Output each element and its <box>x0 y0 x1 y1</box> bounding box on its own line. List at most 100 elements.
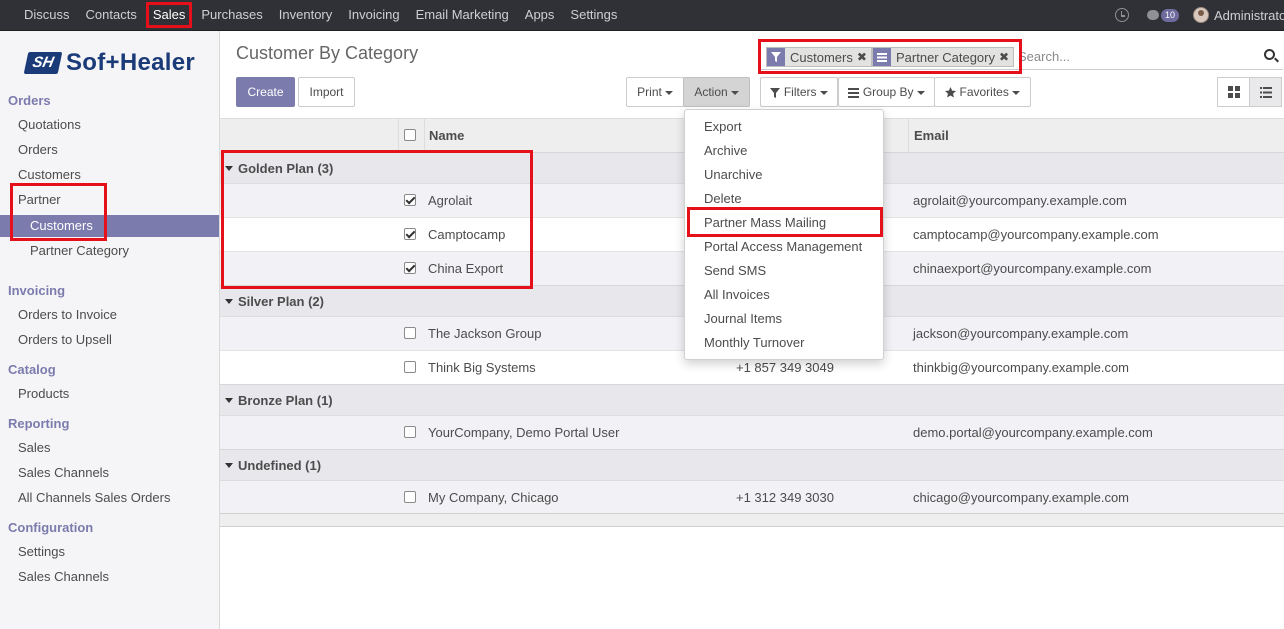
menu-purchases[interactable]: Purchases <box>193 0 270 30</box>
caret-down-icon <box>916 90 925 95</box>
menu-settings[interactable]: Settings <box>562 0 625 30</box>
group-label: Golden Plan (3) <box>238 161 334 176</box>
menu-item-partner-mass-mailing[interactable]: Partner Mass Mailing <box>704 215 826 230</box>
menu-apps[interactable]: Apps <box>517 0 563 30</box>
filter-icon <box>770 87 781 98</box>
sidebar-item-config-sales-channels[interactable]: Sales Channels <box>18 569 109 584</box>
action-dropdown-menu: Export Archive Unarchive Delete Partner … <box>684 109 884 360</box>
filter-icon <box>767 48 785 66</box>
cell-name: Think Big Systems <box>428 360 536 375</box>
sidebar-item-partner-customers[interactable]: Customers <box>30 218 93 233</box>
group-expand-icon <box>225 463 233 468</box>
list-bars-icon <box>848 87 860 98</box>
cell-email: chinaexport@yourcompany.example.com <box>913 261 1152 276</box>
sidebar-item-quotations[interactable]: Quotations <box>18 117 81 132</box>
column-header-email[interactable]: Email <box>914 128 949 143</box>
menu-item-archive[interactable]: Archive <box>704 143 747 158</box>
row-checkbox[interactable] <box>404 426 416 438</box>
star-icon <box>945 87 957 98</box>
menu-item-portal-access-management[interactable]: Portal Access Management <box>704 239 862 254</box>
sidebar-item-sales[interactable]: Sales <box>18 440 51 455</box>
search-bar: Customers ✖ Partner Category ✖ <box>760 42 1283 70</box>
print-label: Print <box>637 85 662 99</box>
softhealer-logo[interactable]: SH Sof+Healer <box>23 49 196 77</box>
facet-customers-close-icon[interactable]: ✖ <box>857 50 871 64</box>
cell-email: thinkbig@yourcompany.example.com <box>913 360 1129 375</box>
row-checkbox[interactable] <box>404 327 416 339</box>
sidebar-item-all-channels-sales-orders[interactable]: All Channels Sales Orders <box>18 490 170 505</box>
activity-clock-icon[interactable] <box>1114 8 1129 22</box>
search-input[interactable] <box>1018 46 1248 66</box>
messages-icon[interactable] <box>1146 10 1159 20</box>
sidebar-item-orders-to-invoice[interactable]: Orders to Invoice <box>18 307 117 322</box>
column-header-name[interactable]: Name <box>429 128 464 143</box>
row-checkbox[interactable] <box>404 228 416 240</box>
group-row-bronze-plan[interactable]: Bronze Plan (1) <box>220 384 1284 416</box>
import-button[interactable]: Import <box>298 77 355 107</box>
kanban-view-button[interactable] <box>1217 77 1250 107</box>
caret-down-icon <box>1011 90 1020 95</box>
row-checkbox[interactable] <box>404 361 416 373</box>
row-checkbox[interactable] <box>404 194 416 206</box>
table-row[interactable]: YourCompany, Demo Portal User demo.porta… <box>220 416 1284 450</box>
menu-inventory[interactable]: Inventory <box>271 0 340 30</box>
cell-phone: +1 312 349 3030 <box>736 490 834 505</box>
sidebar-item-orders[interactable]: Orders <box>18 142 58 157</box>
user-avatar[interactable] <box>1193 7 1209 23</box>
sidebar-item-config-settings[interactable]: Settings <box>18 544 65 559</box>
menu-item-unarchive[interactable]: Unarchive <box>704 167 763 182</box>
favorites-button[interactable]: Favorites <box>934 77 1031 107</box>
app-menu: Discuss Contacts Sales Purchases Invento… <box>0 0 625 30</box>
message-count-badge: 10 <box>1160 8 1179 22</box>
cell-email: jackson@yourcompany.example.com <box>913 326 1129 341</box>
menu-item-export[interactable]: Export <box>704 119 742 134</box>
sidebar-item-partner[interactable]: Partner <box>18 192 61 207</box>
facet-partner-category: Partner Category ✖ <box>872 47 1015 67</box>
menu-item-monthly-turnover[interactable]: Monthly Turnover <box>704 335 804 350</box>
facet-customers: Customers ✖ <box>766 47 872 67</box>
group-row-undefined[interactable]: Undefined (1) <box>220 449 1284 481</box>
filters-button[interactable]: Filters <box>760 77 838 107</box>
group-by-label: Group By <box>862 85 914 99</box>
menu-item-delete[interactable]: Delete <box>704 191 742 206</box>
search-icon[interactable] <box>1264 49 1275 60</box>
row-checkbox[interactable] <box>404 491 416 503</box>
menu-contacts[interactable]: Contacts <box>78 0 145 30</box>
section-reporting: Reporting <box>8 416 70 431</box>
sidebar-item-sales-channels[interactable]: Sales Channels <box>18 465 109 480</box>
user-menu[interactable]: Administrator <box>1214 8 1284 23</box>
group-by-icon <box>873 48 891 66</box>
facet-partner-category-close-icon[interactable]: ✖ <box>999 50 1013 64</box>
menu-item-send-sms[interactable]: Send SMS <box>704 263 766 278</box>
facet-customers-label: Customers <box>790 49 853 65</box>
group-expand-icon <box>225 299 233 304</box>
menu-item-all-invoices[interactable]: All Invoices <box>704 287 770 302</box>
print-button[interactable]: Print <box>626 77 684 107</box>
row-checkbox[interactable] <box>404 262 416 274</box>
create-button[interactable]: Create <box>236 77 295 107</box>
group-by-button[interactable]: Group By <box>838 77 935 107</box>
group-expand-icon <box>225 398 233 403</box>
cell-email: camptocamp@yourcompany.example.com <box>913 227 1159 242</box>
menu-sales[interactable]: Sales <box>145 0 194 30</box>
sidebar-item-partner-category[interactable]: Partner Category <box>30 243 129 258</box>
list-view-button[interactable] <box>1249 77 1282 107</box>
sidebar-item-orders-to-upsell[interactable]: Orders to Upsell <box>18 332 112 347</box>
page-title: Customer By Category <box>236 43 419 63</box>
menu-invoicing[interactable]: Invoicing <box>340 0 407 30</box>
cell-name: Agrolait <box>428 193 473 208</box>
cell-name: The Jackson Group <box>428 326 542 341</box>
cell-name: YourCompany, Demo Portal User <box>428 425 620 440</box>
table-row[interactable]: My Company, Chicago +1 312 349 3030 chic… <box>220 481 1284 515</box>
group-expand-icon <box>225 166 233 171</box>
select-all-checkbox[interactable] <box>404 129 416 141</box>
menu-item-journal-items[interactable]: Journal Items <box>704 311 782 326</box>
caret-down-icon <box>664 90 673 95</box>
column-separator <box>908 119 909 154</box>
sidebar-item-customers[interactable]: Customers <box>18 167 81 182</box>
menu-email-marketing[interactable]: Email Marketing <box>408 0 517 30</box>
menu-discuss[interactable]: Discuss <box>16 0 78 30</box>
action-button[interactable]: Action <box>683 77 750 107</box>
sidebar-item-products[interactable]: Products <box>18 386 69 401</box>
cell-email: agrolait@yourcompany.example.com <box>913 193 1127 208</box>
